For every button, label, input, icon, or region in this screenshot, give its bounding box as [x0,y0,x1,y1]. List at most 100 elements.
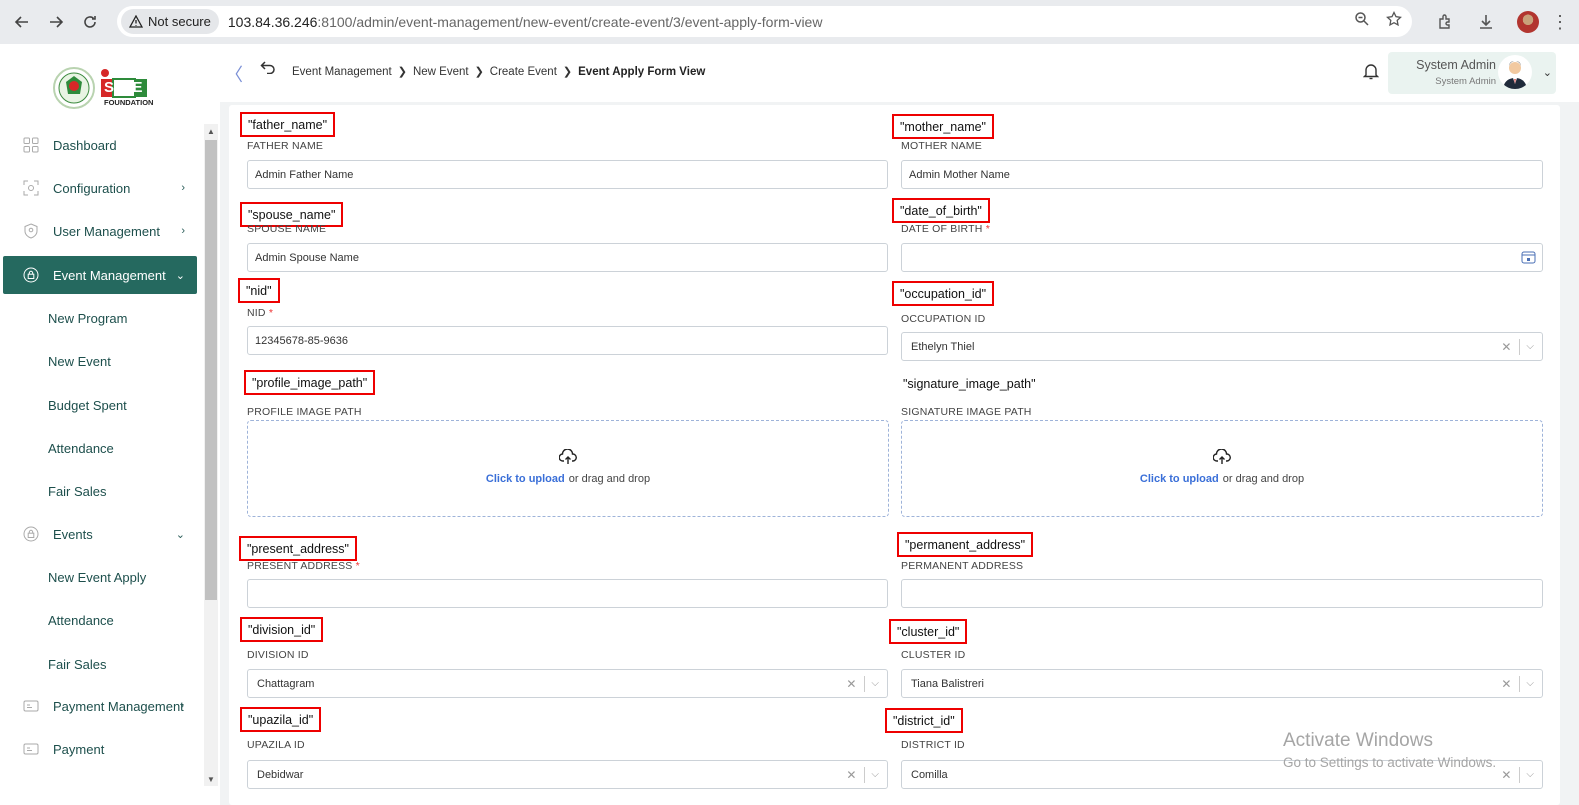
chevron-right-icon: › [181,225,185,237]
sidebar-subitem-new-event-apply[interactable]: New Event Apply [48,570,146,585]
upload-hint: or drag and drop [568,473,651,485]
notification-bell-icon[interactable] [1362,62,1380,85]
extensions-icon[interactable] [1437,13,1455,31]
back-arrow-icon[interactable] [10,10,34,34]
occupation-selected-value: Ethelyn Thiel [911,340,975,353]
sidebar-item-user-management[interactable]: User Management › [3,212,197,250]
breadcrumb-item[interactable]: New Event [413,66,469,78]
field-label-spouse-name: SPOUSE NAME [247,223,327,235]
sidebar-item-configuration[interactable]: Configuration › [3,169,197,207]
kebab-menu-icon[interactable]: ⋮ [1551,12,1569,33]
chevron-right-icon: › [180,700,184,712]
profile-avatar[interactable] [1517,11,1539,33]
present-address-input[interactable] [247,579,888,608]
field-label-nid: NID * [247,307,274,319]
clear-x-icon[interactable]: ✕ [838,768,864,782]
division-select[interactable]: Chattagram ✕ ⌵ [247,669,888,698]
upazila-select[interactable]: Debidwar ✕ ⌵ [247,760,888,789]
sidebar-scrollbar[interactable]: ▲ ▼ [204,124,218,786]
occupation-select[interactable]: Ethelyn Thiel ✕ ⌵ [901,332,1543,361]
breadcrumb-item[interactable]: Create Event [490,66,557,78]
sidebar-item-event-management[interactable]: Event Management ⌄ [3,256,197,294]
field-label-division-id: DIVISION ID [247,649,309,661]
signature-image-dropzone[interactable]: Click to upload or drag and drop [901,420,1543,517]
cluster-selected-value: Tiana Balistreri [911,677,984,690]
sidebar-item-payment-management[interactable]: Payment Management › [3,687,197,725]
click-to-upload-link[interactable]: Click to upload [486,473,565,485]
sidebar-item-label: Events [53,526,93,542]
spouse-name-input[interactable]: Admin Spouse Name [247,243,888,272]
collapse-sidebar-icon[interactable]: 〈 [225,61,243,87]
user-menu[interactable]: System Admin System Admin ⌄ [1388,52,1556,94]
sidebar-item-dashboard[interactable]: Dashboard [3,126,197,164]
permanent-address-input[interactable] [901,579,1543,608]
date-of-birth-input[interactable] [901,243,1543,272]
field-label-mother-name: MOTHER NAME [901,140,982,152]
sidebar-subitem-fair-sales[interactable]: Fair Sales [48,657,107,672]
cloud-upload-icon [1212,448,1231,470]
field-key-date-of-birth: "date_of_birth" [892,198,990,223]
scroll-down-arrow-icon[interactable]: ▼ [204,772,218,786]
cluster-select[interactable]: Tiana Balistreri ✕ ⌵ [901,669,1543,698]
chevron-down-icon[interactable]: ⌵ [865,769,887,780]
bookmark-star-icon[interactable] [1386,11,1402,27]
sidebar-subitem-attendance[interactable]: Attendance [48,441,114,456]
sidebar-subitem-budget-spent[interactable]: Budget Spent [48,398,127,413]
clear-x-icon[interactable]: ✕ [1493,677,1519,691]
clear-x-icon[interactable]: ✕ [1493,340,1519,354]
sme-foundation-logo[interactable]: SME FOUNDATION [52,60,172,116]
sidebar-item-label: Dashboard [53,137,117,153]
upazila-selected-value: Debidwar [257,768,304,781]
sidebar-item-payment[interactable]: Payment [3,730,197,768]
address-bar[interactable]: Not secure 103.84.36.246:8100/admin/even… [117,6,1412,37]
sidebar-subitem-new-event[interactable]: New Event [48,354,111,369]
scroll-up-arrow-icon[interactable]: ▲ [204,124,218,138]
scroll-thumb[interactable] [205,140,217,600]
reload-icon[interactable] [78,10,102,34]
field-label-upazila-id: UPAZILA ID [247,739,305,751]
breadcrumb-item[interactable]: Event Management [292,66,392,78]
sidebar-subitem-new-program[interactable]: New Program [48,311,127,326]
chevron-right-icon: ❯ [562,66,573,78]
chevron-down-icon: ⌄ [175,269,185,282]
field-key-permanent-address: "permanent_address" [897,532,1034,557]
sidebar-item-events[interactable]: Events ⌄ [3,515,197,553]
zoom-icon[interactable] [1354,11,1370,27]
clear-x-icon[interactable]: ✕ [838,677,864,691]
chevron-down-icon[interactable]: ⌵ [1520,341,1542,352]
field-label-profile-image-path: PROFILE IMAGE PATH [247,406,362,418]
chevron-right-icon: ❯ [474,66,484,78]
chevron-down-icon[interactable]: ⌵ [1520,769,1542,780]
field-label-signature-image-path: SIGNATURE IMAGE PATH [901,406,1032,418]
grid-icon [21,135,41,155]
security-chip[interactable]: Not secure [121,9,219,34]
father-name-input[interactable]: Admin Father Name [247,160,888,189]
id-card-icon [21,696,41,716]
page-header: 〈 Event Management ❯ New Event ❯ Create … [220,44,1579,102]
sidebar-subitem-attendance[interactable]: Attendance [48,613,114,628]
user-shield-icon [21,221,41,241]
nid-input[interactable]: 12345678-85-9636 [247,326,888,355]
click-to-upload-link[interactable]: Click to upload [1140,473,1219,485]
field-key-profile-image-path: "profile_image_path" [244,370,376,395]
profile-image-dropzone[interactable]: Click to upload or drag and drop [247,420,889,517]
sidebar-subitem-fair-sales[interactable]: Fair Sales [48,484,107,499]
calendar-icon[interactable] [1521,250,1536,267]
forward-arrow-icon[interactable] [44,10,68,34]
undo-back-icon[interactable] [260,60,276,79]
clear-x-icon[interactable]: ✕ [1493,768,1519,782]
sidebar: SME FOUNDATION Dashboard Configuration ›… [0,44,220,805]
field-key-mother-name: "mother_name" [892,114,994,139]
chevron-down-icon[interactable]: ⌵ [865,678,887,689]
field-key-father-name: "father_name" [240,112,336,137]
field-key-upazila-id: "upazila_id" [240,707,322,732]
chevron-down-icon: ⌄ [175,528,185,541]
chevron-down-icon[interactable]: ⌵ [1520,678,1542,689]
field-key-cluster-id: "cluster_id" [889,619,968,644]
field-label-occupation-id: OCCUPATION ID [901,313,986,325]
sidebar-item-label: User Management [53,223,160,239]
download-icon[interactable] [1477,13,1495,31]
sidebar-item-label: Payment Management [53,698,184,714]
url-host: 103.84.36.246 [227,13,318,30]
mother-name-input[interactable]: Admin Mother Name [901,160,1543,189]
